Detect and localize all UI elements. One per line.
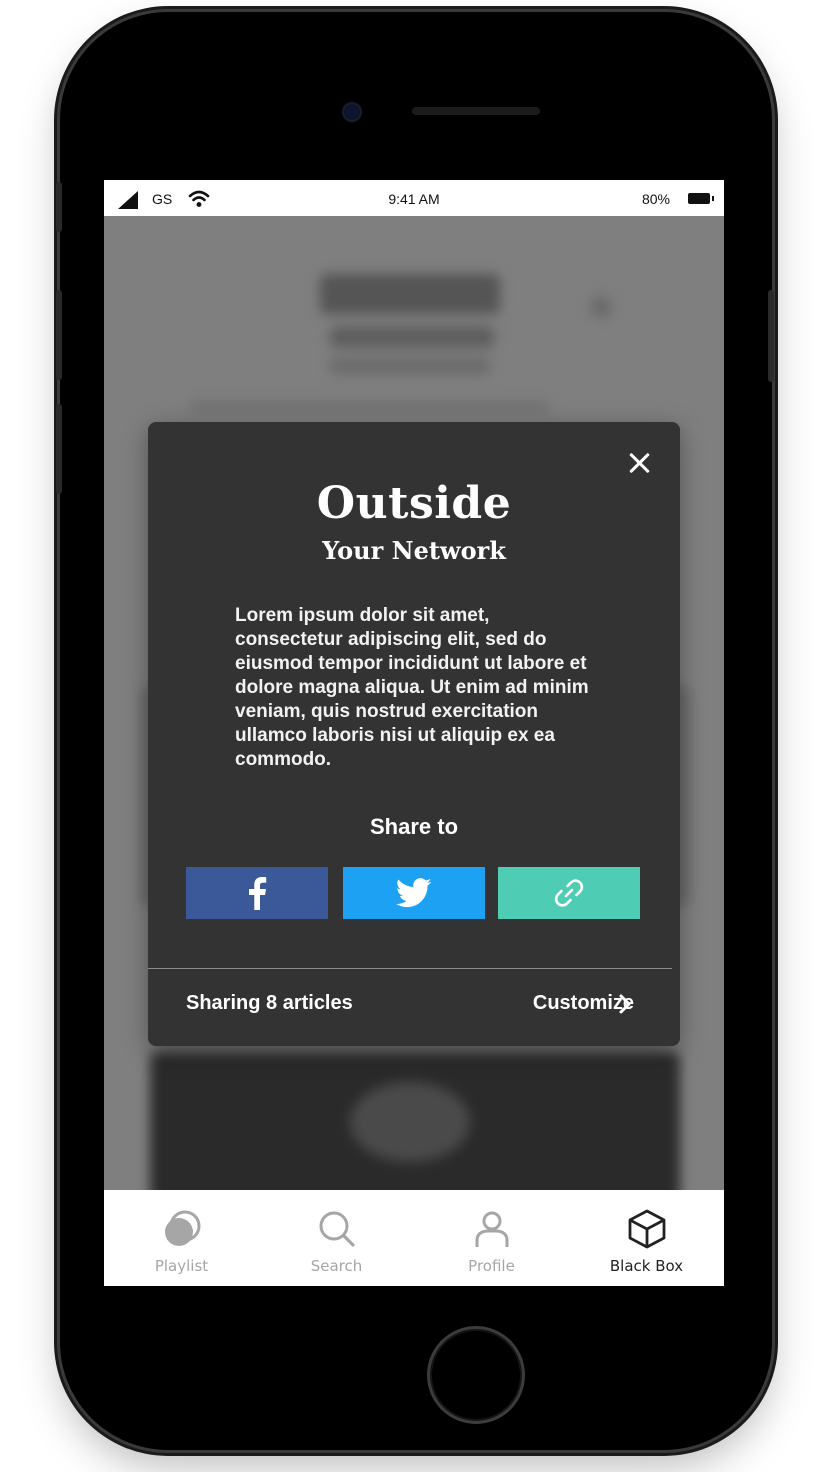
power-button (768, 290, 774, 382)
volume-down-button (56, 404, 62, 494)
modal-subtitle: Your Network (322, 536, 506, 565)
cube-icon (628, 1209, 666, 1249)
modal-description: Lorem ipsum dolor sit amet, consectetur … (235, 605, 589, 770)
link-icon (554, 879, 584, 907)
status-bar: GS 9:41 AM 80% (104, 180, 724, 216)
tab-playlist[interactable]: Playlist (104, 1190, 259, 1286)
tab-label: Playlist (154, 1257, 209, 1275)
close-icon[interactable] (624, 448, 654, 478)
tab-search[interactable]: Search (259, 1190, 414, 1286)
tab-black-box[interactable]: Black Box (569, 1190, 724, 1286)
background-chevron-block (590, 296, 612, 318)
battery-percentage: 80% (641, 191, 670, 207)
chevron-right-icon[interactable] (614, 993, 636, 1015)
share-twitter-button[interactable] (343, 867, 485, 919)
share-link-button[interactable] (498, 867, 640, 919)
sharing-count-label: Sharing 8 articles (186, 992, 353, 1014)
tab-label: Profile (468, 1257, 515, 1275)
search-icon (319, 1211, 355, 1247)
modal-title: Outside (316, 478, 512, 529)
profile-icon (475, 1211, 509, 1247)
playlist-icon (165, 1210, 201, 1246)
screen: GS 9:41 AM 80% Outside Your Network Lore… (104, 180, 724, 1286)
background-line-block (190, 402, 550, 412)
front-camera (344, 104, 360, 120)
background-image (150, 1052, 680, 1212)
background-meta-block (330, 358, 490, 374)
volume-up-button (56, 290, 62, 380)
facebook-icon (249, 877, 267, 910)
status-time: 9:41 AM (388, 191, 440, 207)
share-modal: Outside Your Network Lorem ipsum dolor s… (148, 422, 680, 1046)
tab-label: Black Box (609, 1257, 684, 1275)
tab-profile[interactable]: Profile (414, 1190, 569, 1286)
modal-divider (148, 968, 672, 969)
battery-icon (688, 193, 714, 204)
mute-switch (56, 182, 62, 232)
background-title-block (320, 274, 500, 314)
share-facebook-button[interactable] (186, 867, 328, 919)
home-button[interactable] (427, 1326, 525, 1424)
share-heading: Share to (369, 814, 459, 839)
earpiece-speaker (412, 107, 540, 115)
tab-label: Search (310, 1257, 363, 1275)
tab-bar: Playlist Search Profile Black Box (104, 1190, 724, 1286)
twitter-icon (396, 878, 432, 908)
background-subtitle-block (330, 326, 494, 348)
